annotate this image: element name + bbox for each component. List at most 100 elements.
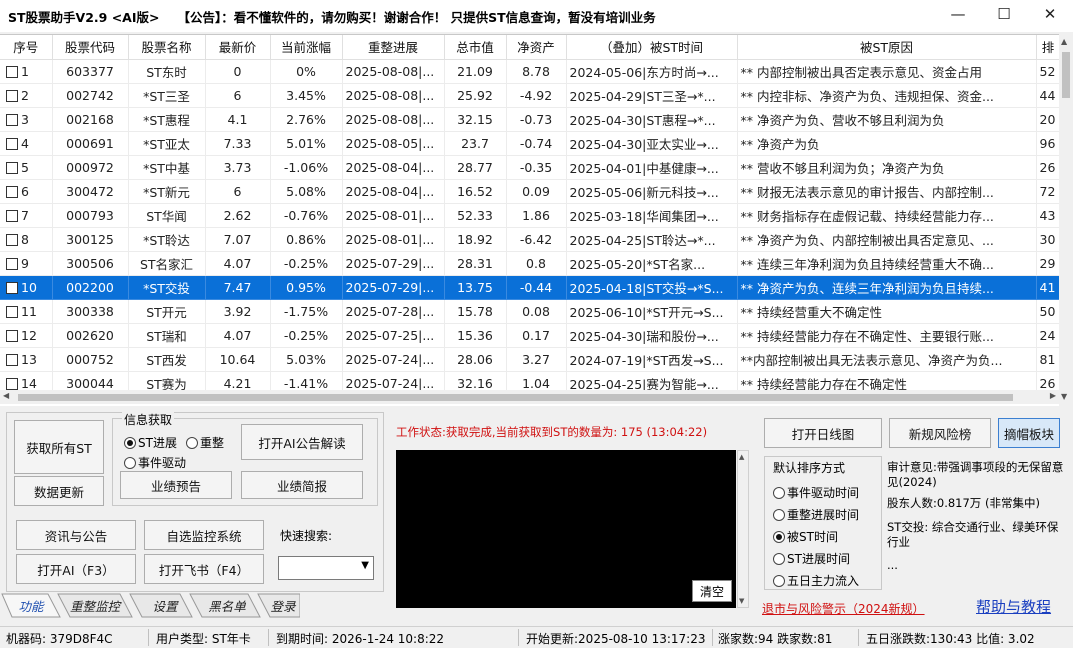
table-cell[interactable]: 6 xyxy=(205,179,271,204)
table-cell[interactable]: 25.92 xyxy=(444,83,507,108)
table-cell[interactable]: 52 xyxy=(1036,59,1061,84)
table-cell[interactable]: 2025-04-30|ST惠程→*... xyxy=(566,107,738,132)
table-cell[interactable]: 000691 xyxy=(52,131,129,156)
h-scroll-thumb[interactable] xyxy=(18,394,1013,401)
table-cell[interactable]: 2025-05-20|*ST名家... xyxy=(566,251,738,276)
table-cell[interactable]: ** 净资产为负 xyxy=(737,131,1037,156)
row-checkbox[interactable] xyxy=(6,305,18,318)
table-row[interactable]: 12 002620 ST瑞和 4.07 -0.25% 2025-07-25|... 15.3… xyxy=(0,323,1061,348)
table-cell[interactable]: *ST新元 xyxy=(128,179,206,204)
table-cell[interactable]: 0 xyxy=(205,59,271,84)
table-cell[interactable]: ** 连续三年净利润为负且持续经营重大不确... xyxy=(737,251,1037,276)
column-header[interactable]: 重整进展 xyxy=(342,35,445,60)
table-cell[interactable]: -0.25% xyxy=(270,251,343,276)
table-cell[interactable]: 002200 xyxy=(52,275,129,300)
row-checkbox[interactable] xyxy=(6,257,18,270)
horizontal-scrollbar[interactable]: ◀ ▶ xyxy=(0,390,1059,404)
table-cell[interactable]: ** 营收不够且利润为负；净资产为负 xyxy=(737,155,1037,180)
table-row[interactable]: 4 000691 *ST亚太 7.33 5.01% 2025-08-05|... 23.7-… xyxy=(0,131,1061,156)
table-cell[interactable]: 000793 xyxy=(52,203,129,228)
table-cell[interactable]: 2.62 xyxy=(205,203,271,228)
scroll-thumb[interactable] xyxy=(1062,52,1070,98)
table-cell[interactable]: ST东时 xyxy=(128,59,206,84)
tab-item[interactable]: 黑名单 xyxy=(198,593,256,617)
table-cell[interactable]: -6.42 xyxy=(506,227,567,252)
table-cell[interactable]: 50 xyxy=(1036,299,1061,324)
tab-item[interactable]: 功能 xyxy=(8,593,54,617)
table-cell[interactable]: 3.92 xyxy=(205,299,271,324)
table-row[interactable]: 7 000793 ST华闻 2.62 -0.76% 2025-08-01|... 52.33… xyxy=(0,203,1061,228)
daily-chart-button[interactable]: 打开日线图 xyxy=(764,418,882,448)
table-cell[interactable]: 0.17 xyxy=(506,323,567,348)
table-cell[interactable]: 2025-07-29|... xyxy=(342,251,445,276)
table-cell[interactable]: 300338 xyxy=(52,299,129,324)
table-cell[interactable]: 30 xyxy=(1036,227,1061,252)
open-ai-button[interactable]: 打开AI（F3） xyxy=(16,554,136,584)
table-cell[interactable]: 1.86 xyxy=(506,203,567,228)
table-cell[interactable]: ** 持续经营重大不确定性 xyxy=(737,299,1037,324)
table-cell[interactable]: 300472 xyxy=(52,179,129,204)
table-cell[interactable]: 52.33 xyxy=(444,203,507,228)
table-cell[interactable]: ** 财报无法表示意见的审计报告、内部控制... xyxy=(737,179,1037,204)
table-cell[interactable]: 2.76% xyxy=(270,107,343,132)
cap-removal-button[interactable]: 摘帽板块 xyxy=(998,418,1060,448)
table-cell[interactable]: 300506 xyxy=(52,251,129,276)
table-cell[interactable]: 2025-08-01|... xyxy=(342,203,445,228)
table-row[interactable]: 13 000752 ST西发 10.64 5.03% 2025-07-24|... 28.0… xyxy=(0,347,1061,372)
monitor-button[interactable]: 自选监控系统 xyxy=(144,520,264,550)
table-cell[interactable]: 5.01% xyxy=(270,131,343,156)
table-cell[interactable]: 2025-08-04|... xyxy=(342,179,445,204)
table-cell[interactable]: 2025-08-05|... xyxy=(342,131,445,156)
table-cell[interactable]: 5.03% xyxy=(270,347,343,372)
table-cell[interactable]: 13.75 xyxy=(444,275,507,300)
table-cell[interactable]: 000752 xyxy=(52,347,129,372)
row-index-cell[interactable]: 11 xyxy=(0,299,53,324)
column-header[interactable]: （叠加）被ST时间 xyxy=(566,35,738,60)
table-cell[interactable]: 20 xyxy=(1036,107,1061,132)
row-index-cell[interactable]: 3 xyxy=(0,107,53,132)
table-cell[interactable]: *ST交投 xyxy=(128,275,206,300)
table-cell[interactable]: 4.1 xyxy=(205,107,271,132)
sort-option[interactable]: 事件驱动时间 xyxy=(773,484,859,501)
table-cell[interactable]: 10.64 xyxy=(205,347,271,372)
table-cell[interactable]: *ST惠程 xyxy=(128,107,206,132)
table-cell[interactable]: 26 xyxy=(1036,155,1061,180)
row-checkbox[interactable] xyxy=(6,329,18,342)
maximize-button[interactable]: ☐ xyxy=(981,0,1027,28)
row-index-cell[interactable]: 10 xyxy=(0,275,53,300)
sort-option[interactable]: ST进展时间 xyxy=(773,550,850,567)
table-cell[interactable]: 4.07 xyxy=(205,251,271,276)
table-cell[interactable]: 2025-04-30|亚太实业→... xyxy=(566,131,738,156)
delist-rules-link[interactable]: 退市与风险警示（2024新规） xyxy=(762,600,925,617)
table-cell[interactable]: 16.52 xyxy=(444,179,507,204)
table-row[interactable]: 1 603377 ST东时 0 0% 2025-08-08|... 21.09 8.78 202… xyxy=(0,59,1061,84)
row-index-cell[interactable]: 9 xyxy=(0,251,53,276)
table-cell[interactable]: 29 xyxy=(1036,251,1061,276)
row-checkbox[interactable] xyxy=(6,281,18,294)
row-index-cell[interactable]: 12 xyxy=(0,323,53,348)
table-cell[interactable]: 2025-08-08|... xyxy=(342,83,445,108)
table-cell[interactable]: 2025-07-24|... xyxy=(342,347,445,372)
radio-reorg[interactable]: 重整 xyxy=(186,434,224,451)
column-header[interactable]: 序号 xyxy=(0,35,53,60)
table-cell[interactable]: 2025-08-08|... xyxy=(342,59,445,84)
table-cell[interactable]: 2025-04-25|ST聆达→*... xyxy=(566,227,738,252)
table-cell[interactable]: 0.8 xyxy=(506,251,567,276)
table-cell[interactable]: ** 净资产为负、内部控制被出具否定意见、... xyxy=(737,227,1037,252)
table-cell[interactable]: 23.7 xyxy=(444,131,507,156)
table-cell[interactable]: 41 xyxy=(1036,275,1061,300)
table-cell[interactable]: 2025-04-01|中基健康→... xyxy=(566,155,738,180)
table-cell[interactable]: **内部控制被出具无法表示意见、净资产为负... xyxy=(737,347,1037,372)
row-checkbox[interactable] xyxy=(6,209,18,222)
table-cell[interactable]: 2024-07-19|*ST西发→S... xyxy=(566,347,738,372)
table-row[interactable]: 3 002168 *ST惠程 4.1 2.76% 2025-08-08|... 32.15-… xyxy=(0,107,1061,132)
table-cell[interactable]: *ST中基 xyxy=(128,155,206,180)
table-row[interactable]: 10 002200 *ST交投 7.47 0.95% 2025-07-29|... 13.7… xyxy=(0,275,1061,300)
table-cell[interactable]: 002620 xyxy=(52,323,129,348)
table-cell[interactable]: ** 净资产为负、连续三年净利润为负且持续... xyxy=(737,275,1037,300)
column-header[interactable]: 总市值 xyxy=(444,35,507,60)
table-cell[interactable]: -1.75% xyxy=(270,299,343,324)
console-scrollbar[interactable]: ▲ ▼ xyxy=(737,450,749,608)
risk-list-button[interactable]: 新规风险榜 xyxy=(889,418,991,448)
table-row[interactable]: 5 000972 *ST中基 3.73 -1.06% 2025-08-04|... 28.7… xyxy=(0,155,1061,180)
